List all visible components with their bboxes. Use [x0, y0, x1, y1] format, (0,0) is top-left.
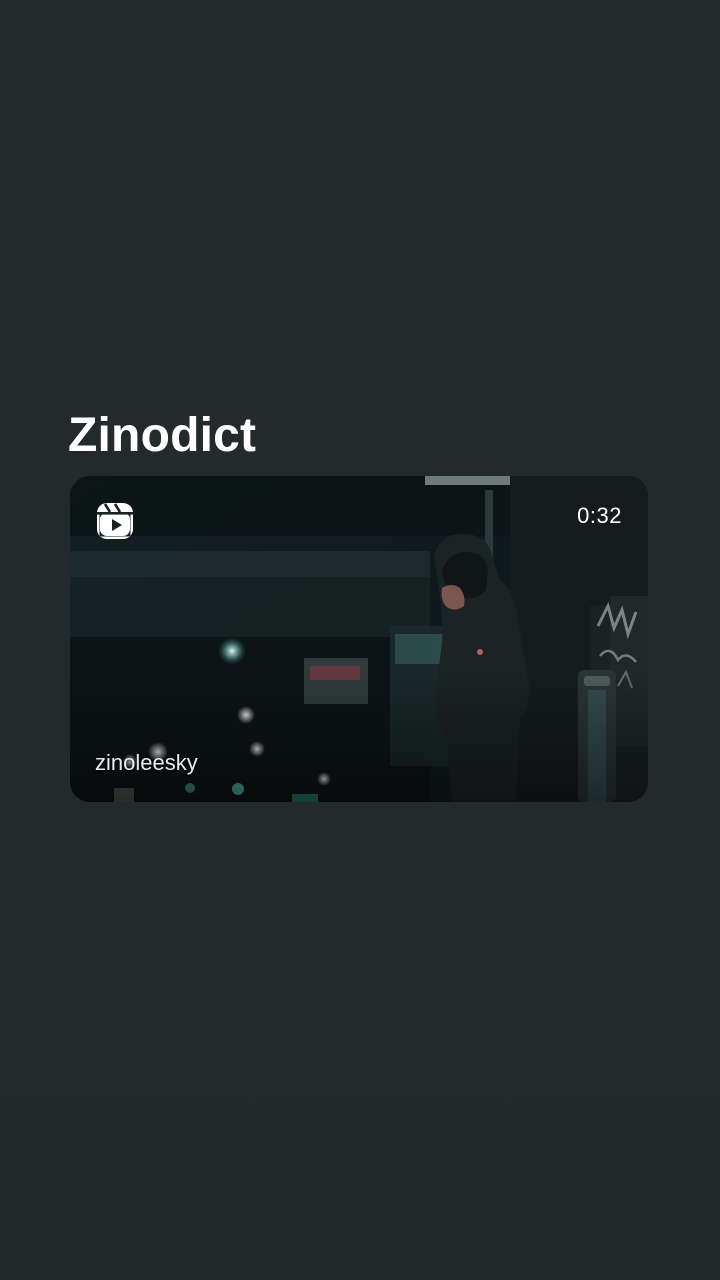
post-author-title: Zinodict	[68, 409, 257, 462]
reel-duration: 0:32	[577, 503, 622, 528]
page-background: Zinodict 0:32 zinoleesky	[0, 0, 720, 1280]
reels-icon	[97, 503, 133, 539]
reel-preview-card[interactable]: 0:32 zinoleesky	[70, 476, 648, 802]
reel-username[interactable]: zinoleesky	[95, 750, 198, 776]
